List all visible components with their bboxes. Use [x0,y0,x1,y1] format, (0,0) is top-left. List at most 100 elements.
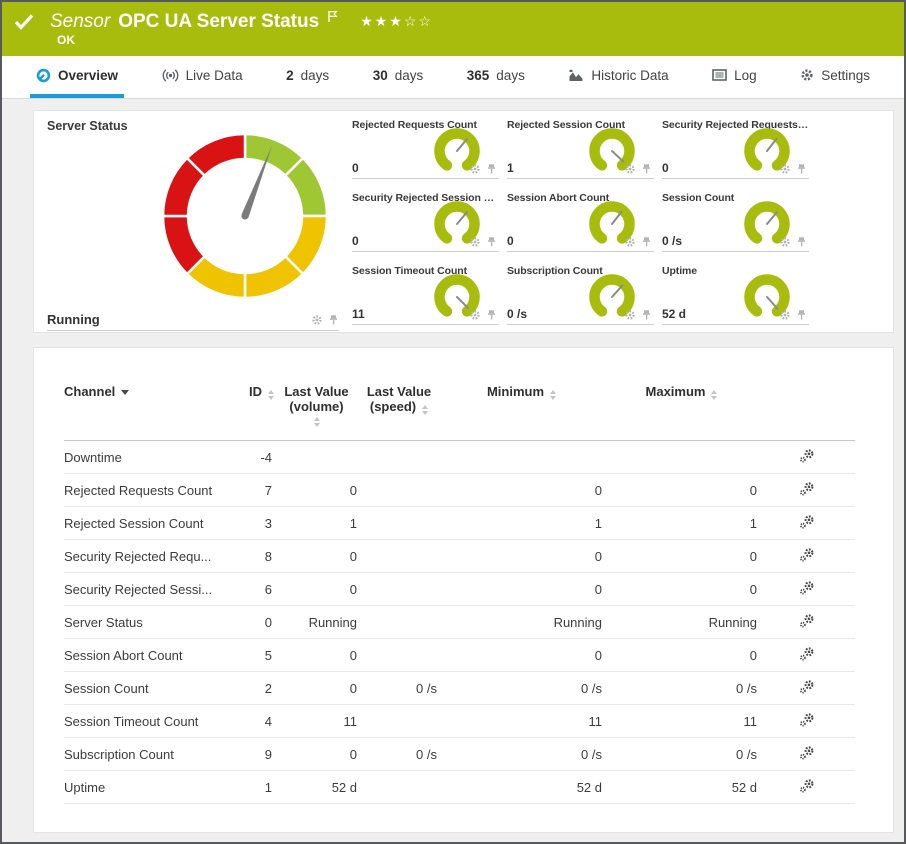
gear-icon[interactable] [624,236,636,248]
channel-name-cell: Session Abort Count [64,639,234,672]
table-row[interactable]: Security Rejected Requ...8000 [64,540,855,573]
table-row[interactable]: Session Abort Count5000 [64,639,855,672]
gear-icon[interactable] [469,236,481,248]
tab-30-days[interactable]: 30days [367,56,430,98]
edit-channel-icon[interactable] [799,712,815,728]
edit-channel-icon[interactable] [799,613,815,629]
edit-channel-icon[interactable] [799,481,815,497]
column-header-maximum[interactable]: Maximum [604,384,759,441]
min-cell: 0 [439,573,604,606]
server-status-gauge-tile[interactable]: Server Status Running [47,119,339,331]
tab-settings[interactable]: Settings [794,56,876,98]
edit-channel-icon[interactable] [799,580,815,596]
column-header-last-value-speed[interactable]: Last Value (speed) [359,384,439,441]
pin-icon[interactable] [641,309,652,321]
pin-icon[interactable] [641,236,652,248]
table-row[interactable]: Session Count200 /s0 /s0 /s [64,672,855,705]
tab-historic-data[interactable]: Historic Data [562,56,674,98]
gear-icon[interactable] [311,314,323,326]
pin-icon[interactable] [641,163,652,175]
vol-cell: Running [274,606,359,639]
min-cell: 11 [439,705,604,738]
table-row[interactable]: Security Rejected Sessi...6000 [64,573,855,606]
gear-icon[interactable] [469,163,481,175]
mini-gauge-tile[interactable]: Session Timeout Count 11 [352,265,499,325]
edit-channel-icon[interactable] [799,448,815,464]
tab-live-data[interactable]: Live Data [156,56,249,98]
pin-icon[interactable] [486,163,497,175]
table-row[interactable]: Session Timeout Count4111111 [64,705,855,738]
channel-name-cell: Session Timeout Count [64,705,234,738]
channel-name-cell: Uptime [64,771,234,804]
max-cell: 0 /s [604,672,759,705]
pin-icon[interactable] [796,163,807,175]
mini-gauge-tile[interactable]: Rejected Requests Count 0 [352,119,499,179]
speed-cell [359,474,439,507]
column-header-minimum[interactable]: Minimum [439,384,604,441]
pin-icon[interactable] [486,236,497,248]
pin-icon[interactable] [328,314,339,326]
edit-channel-icon[interactable] [799,778,815,794]
tab-label: Overview [58,68,118,83]
mini-gauge-tile[interactable]: Uptime 52 d [662,265,809,325]
column-header-last-value-volume[interactable]: Last Value (volume) [274,384,359,441]
pin-icon[interactable] [486,309,497,321]
tab-overview[interactable]: Overview [30,56,124,98]
priority-stars[interactable]: ★★★☆☆ [360,13,433,30]
table-row[interactable]: Subscription Count900 /s0 /s0 /s [64,738,855,771]
gear-icon[interactable] [779,163,791,175]
table-row[interactable]: Rejected Session Count3111 [64,507,855,540]
gear-icon[interactable] [624,309,636,321]
mini-gauge-tile[interactable]: Security Rejected Requests C... 0 [662,119,809,179]
edit-channel-icon[interactable] [799,547,815,563]
vol-cell: 0 [274,540,359,573]
gear-icon[interactable] [779,236,791,248]
min-cell: 1 [439,507,604,540]
status-check-icon [14,14,34,35]
mini-gauge-value: 52 d [662,307,686,321]
tab-label: days [496,68,525,83]
column-header-channel[interactable]: Channel [64,384,234,441]
mini-gauge-tile[interactable]: Subscription Count 0 /s [507,265,654,325]
speed-cell: 0 /s [359,738,439,771]
pin-icon[interactable] [796,236,807,248]
tab-log[interactable]: Log [706,56,763,98]
edit-channel-icon[interactable] [799,514,815,530]
max-cell: 11 [604,705,759,738]
flag-icon[interactable] [327,10,338,28]
gear-icon[interactable] [469,309,481,321]
mini-gauge-tile[interactable]: Security Rejected Session Co... 0 [352,192,499,252]
gear-icon[interactable] [624,163,636,175]
gear-icon[interactable] [779,309,791,321]
vol-cell: 52 d [274,771,359,804]
table-row[interactable]: Rejected Requests Count7000 [64,474,855,507]
channel-name-cell: Rejected Session Count [64,507,234,540]
min-cell: Running [439,606,604,639]
content-area: Server Status Running Rejected Requests … [2,99,904,842]
speed-cell [359,441,439,474]
mini-gauge-value: 1 [507,161,514,175]
mini-gauge-tile[interactable]: Rejected Session Count 1 [507,119,654,179]
mini-gauge-value: 0 [662,161,669,175]
tab-2-days[interactable]: 2days [280,56,335,98]
max-cell: 0 [604,573,759,606]
sort-icon [268,390,274,400]
mini-gauge-tile[interactable]: Session Count 0 /s [662,192,809,252]
channel-name-cell: Subscription Count [64,738,234,771]
table-row[interactable]: Downtime-4 [64,441,855,474]
prtg-sensor-page: Sensor OPC UA Server Status ★★★☆☆ OK Ove… [0,0,906,844]
table-row[interactable]: Server Status0RunningRunningRunning [64,606,855,639]
pin-icon[interactable] [796,309,807,321]
edit-channel-icon[interactable] [799,679,815,695]
mini-gauge-value: 11 [352,307,365,321]
mini-gauge-needle [767,139,777,151]
edit-channel-icon[interactable] [799,745,815,761]
tab-365-days[interactable]: 365days [461,56,531,98]
column-header-id[interactable]: ID [234,384,274,441]
tab-label: Settings [821,68,870,83]
tab-prefix: 2 [286,68,294,83]
max-cell: 0 [604,540,759,573]
edit-channel-icon[interactable] [799,646,815,662]
mini-gauge-tile[interactable]: Session Abort Count 0 [507,192,654,252]
table-row[interactable]: Uptime152 d52 d52 d [64,771,855,804]
